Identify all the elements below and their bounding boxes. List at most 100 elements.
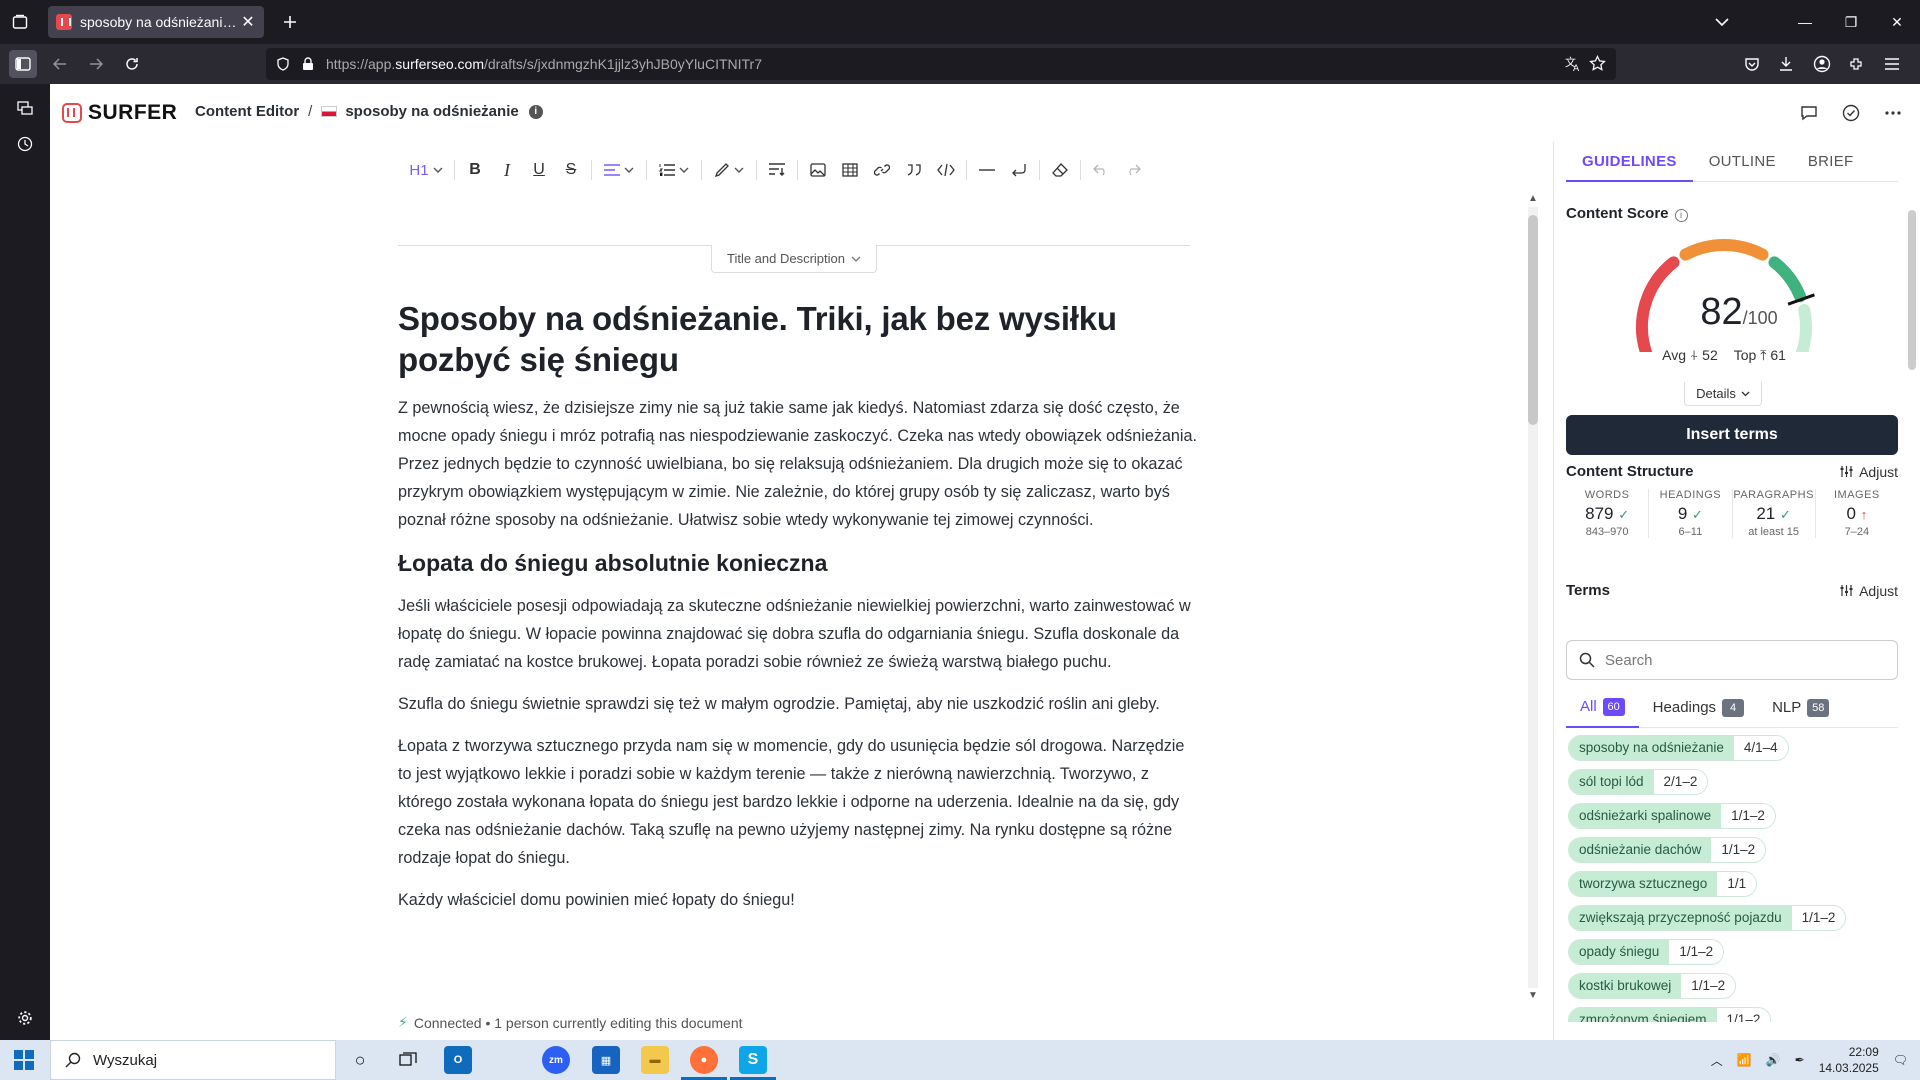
heading-text[interactable]: Sposoby na odśnieżanie. Triki, jak bez w… — [398, 298, 1198, 380]
redo-icon[interactable] — [1117, 154, 1149, 186]
underline-icon[interactable]: U — [523, 154, 555, 186]
terms-tab-nlp[interactable]: NLP 58 — [1758, 688, 1843, 728]
settings-gear-icon[interactable] — [13, 1006, 37, 1030]
paragraph-block[interactable]: pJeśli właściciele posesji odpowiadają z… — [398, 592, 1198, 676]
tab-brief[interactable]: BRIEF — [1792, 142, 1870, 182]
h1-heading-block[interactable]: h1Sposoby na odśnieżanie. Triki, jak bez… — [398, 298, 1198, 380]
check-circle-icon[interactable] — [1836, 98, 1866, 128]
align-dropdown[interactable] — [596, 154, 642, 186]
term-chip[interactable]: tworzywa sztucznego 1/1 — [1568, 871, 1758, 897]
scroll-up-arrow-icon[interactable]: ▲ — [1525, 193, 1541, 205]
menu-icon[interactable] — [1878, 50, 1906, 78]
outlook-icon[interactable]: O — [444, 1046, 472, 1074]
paragraph-text[interactable]: Jeśli właściciele posesji odpowiadają za… — [398, 592, 1198, 676]
sidebar-toggle-icon[interactable] — [9, 50, 37, 78]
heading-dropdown[interactable]: H1 — [402, 154, 450, 186]
code-icon[interactable] — [930, 154, 962, 186]
info-icon[interactable]: i — [528, 104, 543, 119]
table-icon[interactable] — [834, 154, 866, 186]
italic-icon[interactable]: I — [491, 154, 523, 186]
insert-terms-button[interactable]: Insert terms — [1566, 415, 1898, 455]
scroll-thumb[interactable] — [1528, 215, 1538, 425]
lock-icon[interactable] — [302, 57, 314, 71]
minimize-icon[interactable]: — — [1782, 0, 1828, 44]
h2-heading-block[interactable]: h2Łopata do śniegu absolutnie konieczna — [398, 548, 1198, 578]
term-chip[interactable]: sól topi lód 2/1–2 — [1568, 769, 1709, 795]
restore-icon[interactable]: ❐ — [1828, 0, 1874, 44]
microsoft-store-icon[interactable]: ▦ — [592, 1046, 620, 1074]
pocket-icon[interactable] — [1738, 50, 1766, 78]
synced-tabs-icon[interactable] — [13, 96, 37, 120]
term-chip[interactable]: odśnieżanie dachów 1/1–2 — [1568, 837, 1767, 863]
highlight-dropdown[interactable] — [706, 154, 752, 186]
image-icon[interactable] — [802, 154, 834, 186]
file-explorer-icon[interactable]: ▬ — [641, 1046, 669, 1074]
text-wrap-icon[interactable] — [761, 154, 793, 186]
document-body[interactable]: h1Sposoby na odśnieżanie. Triki, jak bez… — [398, 298, 1198, 988]
reload-icon[interactable] — [118, 50, 146, 78]
paragraph-block[interactable]: pKażdy właściciel domu powinien mieć łop… — [398, 886, 1198, 914]
close-tab-icon[interactable]: ✕ — [240, 12, 256, 32]
zoom-icon[interactable]: zm — [542, 1046, 570, 1074]
strikethrough-icon[interactable]: S — [555, 154, 587, 186]
new-tab-icon[interactable] — [278, 10, 302, 34]
adjust-structure-button[interactable]: Adjust — [1840, 463, 1898, 480]
editor-scrollbar[interactable]: ▲ ▼ — [1525, 193, 1541, 1003]
tab-outline[interactable]: OUTLINE — [1693, 142, 1792, 182]
list-dropdown[interactable] — [651, 154, 697, 186]
horizontal-rule-icon[interactable] — [971, 154, 1003, 186]
downloads-icon[interactable] — [1772, 50, 1800, 78]
terms-search-input[interactable]: Search — [1566, 640, 1898, 680]
comments-icon[interactable] — [1794, 98, 1824, 128]
translate-icon[interactable]: 文A — [1564, 55, 1582, 76]
term-chip[interactable]: zwiększają przyczepność pojazdu 1/1–2 — [1568, 905, 1847, 931]
bookmark-star-icon[interactable] — [1589, 54, 1606, 75]
link-icon[interactable] — [866, 154, 898, 186]
clear-format-eraser-icon[interactable] — [1044, 154, 1076, 186]
quote-icon[interactable] — [898, 154, 930, 186]
history-icon[interactable] — [13, 132, 37, 156]
paragraph-text[interactable]: Łopata z tworzywa sztucznego przyda nam … — [398, 732, 1198, 872]
taskbar-search[interactable]: Wyszukaj — [50, 1040, 336, 1080]
account-icon[interactable] — [1808, 50, 1836, 78]
paragraph-text[interactable]: Z pewnością wiesz, że dzisiejsze zimy ni… — [398, 394, 1198, 534]
term-chip[interactable]: kostki brukowej 1/1–2 — [1568, 973, 1737, 999]
extensions-icon[interactable] — [1843, 50, 1871, 78]
paragraph-text[interactable]: Szufla do śniegu świetnie sprawdzi się t… — [398, 690, 1198, 718]
shield-icon[interactable] — [276, 57, 290, 71]
terms-tab-all[interactable]: All 60 — [1566, 688, 1639, 728]
paragraph-block[interactable]: pZ pewnością wiesz, że dzisiejsze zimy n… — [398, 394, 1198, 534]
breadcrumb-content-editor[interactable]: Content Editor — [195, 103, 299, 120]
adjust-terms-button[interactable]: Adjust — [1840, 582, 1898, 599]
tab-overview-icon[interactable] — [8, 10, 32, 34]
line-break-icon[interactable] — [1003, 154, 1035, 186]
network-icon[interactable]: 📶 — [1737, 1053, 1752, 1067]
document-name[interactable]: sposoby na odśnieżanie — [345, 103, 518, 120]
details-button[interactable]: Details — [1684, 382, 1762, 406]
paragraph-block[interactable]: pSzufla do śniegu świetnie sprawdzi się … — [398, 690, 1198, 718]
windows-start-icon[interactable] — [14, 1050, 34, 1070]
address-bar[interactable]: https://app. surferseo.com/drafts/s/jxdnm… — [266, 48, 1616, 80]
info-icon[interactable]: i — [1674, 209, 1688, 222]
pen-icon[interactable]: ✒ — [1795, 1053, 1805, 1067]
cortana-icon[interactable]: ○ — [346, 1046, 374, 1074]
more-options-icon[interactable] — [1878, 98, 1908, 128]
forward-icon[interactable] — [82, 50, 110, 78]
panel-scrollbar[interactable] — [1904, 200, 1920, 1080]
scroll-down-arrow-icon[interactable]: ▼ — [1525, 990, 1541, 1002]
paragraph-block[interactable]: pŁopata z tworzywa sztucznego przyda nam… — [398, 732, 1198, 872]
term-chip[interactable]: opady śniegu 1/1–2 — [1568, 939, 1725, 965]
skype-icon[interactable]: S — [730, 1046, 776, 1080]
surfer-logo[interactable]: SURFER — [62, 101, 177, 125]
browser-tab[interactable]: sposoby na odśnieżanie · Conte ✕ — [48, 6, 264, 38]
clock[interactable]: 22:09 14.03.2025 — [1819, 1044, 1879, 1076]
bold-icon[interactable]: B — [459, 154, 491, 186]
heading-text[interactable]: Łopata do śniegu absolutnie konieczna — [398, 548, 1198, 578]
term-chip[interactable]: zmrożonym śniegiem 1/1–2 — [1568, 1007, 1772, 1022]
tray-chevron-up-icon[interactable]: ︿ — [1711, 1052, 1723, 1069]
back-icon[interactable] — [46, 50, 74, 78]
firefox-icon[interactable]: ● — [681, 1046, 727, 1080]
term-chip[interactable]: sposoby na odśnieżanie 4/1–4 — [1568, 735, 1789, 761]
panel-scroll-thumb[interactable] — [1908, 210, 1916, 370]
undo-icon[interactable] — [1085, 154, 1117, 186]
